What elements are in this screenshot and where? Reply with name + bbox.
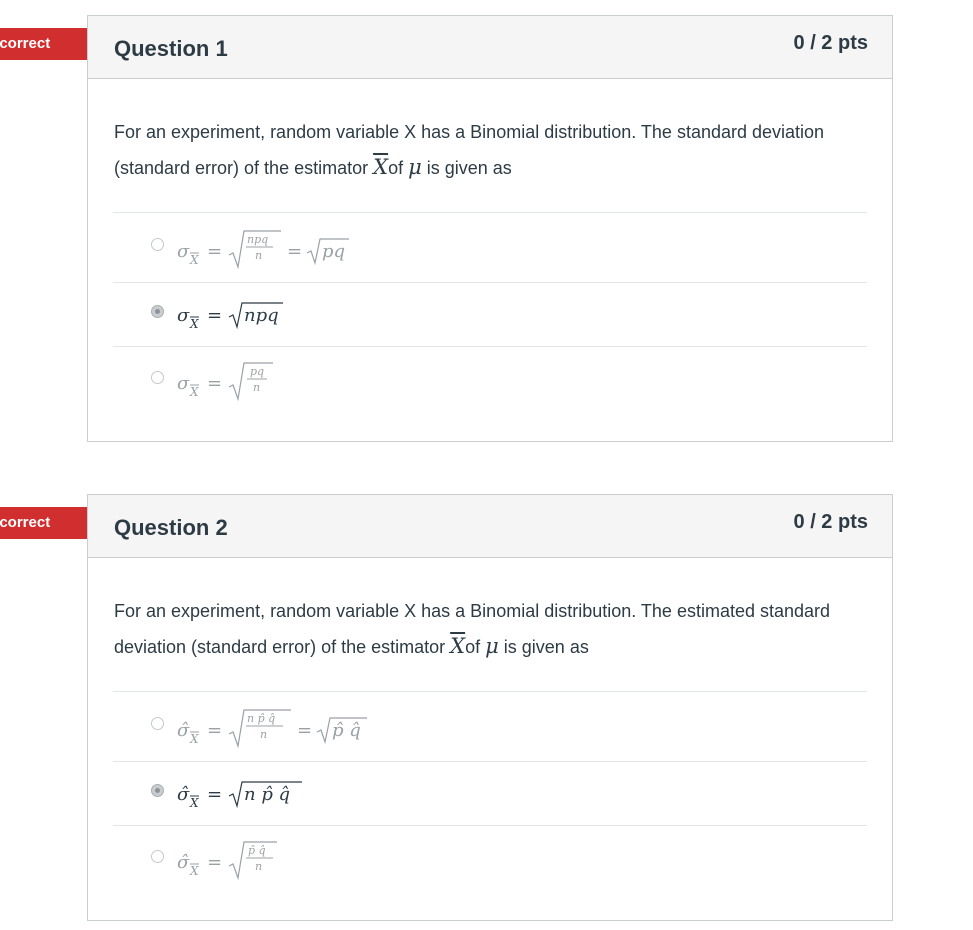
radio-button[interactable] bbox=[151, 238, 164, 251]
question-text-part: of bbox=[388, 158, 409, 178]
question-header: Question 2 0 / 2 pts bbox=[88, 495, 892, 558]
question-card-1: Question 1 0 / 2 pts For an experiment, … bbox=[87, 15, 893, 442]
svg-text:=: = bbox=[297, 720, 312, 741]
answer-option-2[interactable]: σ X = npq bbox=[113, 283, 867, 346]
svg-text:σ: σ bbox=[177, 373, 190, 394]
incorrect-badge-label: Incorrect bbox=[0, 35, 51, 52]
svg-text:=: = bbox=[207, 241, 222, 262]
answer-option-1[interactable]: σ X = npq n = pq bbox=[113, 213, 867, 282]
answer-formula: σ̂ X = n p̂ q̂ bbox=[177, 772, 337, 817]
answer-formula: σ X = npq n = pq bbox=[177, 227, 377, 276]
svg-text:X: X bbox=[189, 253, 199, 267]
question-points: 0 / 2 pts bbox=[793, 511, 868, 533]
svg-text:n: n bbox=[260, 728, 267, 741]
answer-formula: σ X = pq n bbox=[177, 359, 297, 408]
svg-text:X: X bbox=[189, 864, 199, 878]
answer-formula: σ̂ X = p̂ q̂ n bbox=[177, 838, 307, 887]
parameter-symbol: μ bbox=[485, 634, 499, 658]
svg-text:σ̂: σ̂ bbox=[177, 852, 190, 873]
svg-text:npq: npq bbox=[244, 305, 279, 326]
svg-text:=: = bbox=[207, 305, 222, 326]
svg-text:σ̂: σ̂ bbox=[177, 784, 190, 805]
radio-button-selected[interactable] bbox=[151, 305, 164, 318]
question-header: Question 1 0 / 2 pts bbox=[88, 16, 892, 79]
svg-text:=: = bbox=[207, 784, 222, 805]
svg-text:n p̂ q̂: n p̂ q̂ bbox=[247, 712, 275, 725]
incorrect-badge-label: Incorrect bbox=[0, 514, 51, 531]
question-text: For an experiment, random variable X has… bbox=[114, 115, 834, 186]
answer-formula: σ̂ X = n p̂ q̂ n = p̂ q̂ bbox=[177, 706, 397, 755]
svg-text:pq: pq bbox=[250, 365, 264, 378]
svg-text:σ̂: σ̂ bbox=[177, 720, 190, 741]
question-title: Question 2 bbox=[114, 515, 228, 540]
svg-text:σ: σ bbox=[177, 241, 190, 262]
answer-option-2[interactable]: σ̂ X = n p̂ q̂ bbox=[113, 762, 867, 825]
radio-button-selected[interactable] bbox=[151, 784, 164, 797]
answer-option-1[interactable]: σ̂ X = n p̂ q̂ n = p̂ q̂ bbox=[113, 692, 867, 761]
question-text: For an experiment, random variable X has… bbox=[114, 594, 834, 665]
svg-text:X: X bbox=[189, 385, 199, 399]
svg-text:=: = bbox=[207, 373, 222, 394]
svg-text:=: = bbox=[207, 852, 222, 873]
radio-button[interactable] bbox=[151, 850, 164, 863]
answer-option-3[interactable]: σ X = pq n bbox=[113, 347, 867, 407]
svg-text:npq: npq bbox=[247, 233, 268, 246]
svg-text:p̂ q̂: p̂ q̂ bbox=[332, 720, 361, 741]
svg-text:n: n bbox=[253, 381, 260, 394]
question-text-part: is given as bbox=[421, 158, 512, 178]
question-points: 0 / 2 pts bbox=[793, 32, 868, 54]
svg-text:X: X bbox=[189, 317, 199, 331]
answer-option-3[interactable]: σ̂ X = p̂ q̂ n bbox=[113, 826, 867, 886]
question-title: Question 1 bbox=[114, 36, 228, 61]
parameter-symbol: μ bbox=[408, 155, 422, 179]
svg-text:=: = bbox=[207, 720, 222, 741]
question-text-part: of bbox=[465, 637, 486, 657]
estimator-symbol: X bbox=[450, 634, 466, 658]
svg-text:n p̂ q̂: n p̂ q̂ bbox=[244, 784, 290, 805]
svg-text:X: X bbox=[189, 732, 199, 746]
question-card-2: Question 2 0 / 2 pts For an experiment, … bbox=[87, 494, 893, 921]
question-text-part: is given as bbox=[498, 637, 589, 657]
svg-text:pq: pq bbox=[322, 241, 345, 262]
svg-text:n: n bbox=[255, 860, 262, 873]
svg-text:=: = bbox=[287, 241, 302, 262]
radio-button[interactable] bbox=[151, 717, 164, 730]
radio-button[interactable] bbox=[151, 371, 164, 384]
svg-text:n: n bbox=[255, 249, 262, 262]
estimator-symbol: X bbox=[373, 155, 389, 179]
svg-text:σ: σ bbox=[177, 305, 190, 326]
answer-formula: σ X = npq bbox=[177, 293, 317, 338]
svg-text:X: X bbox=[189, 796, 199, 810]
svg-text:p̂ q̂: p̂ q̂ bbox=[248, 844, 266, 857]
